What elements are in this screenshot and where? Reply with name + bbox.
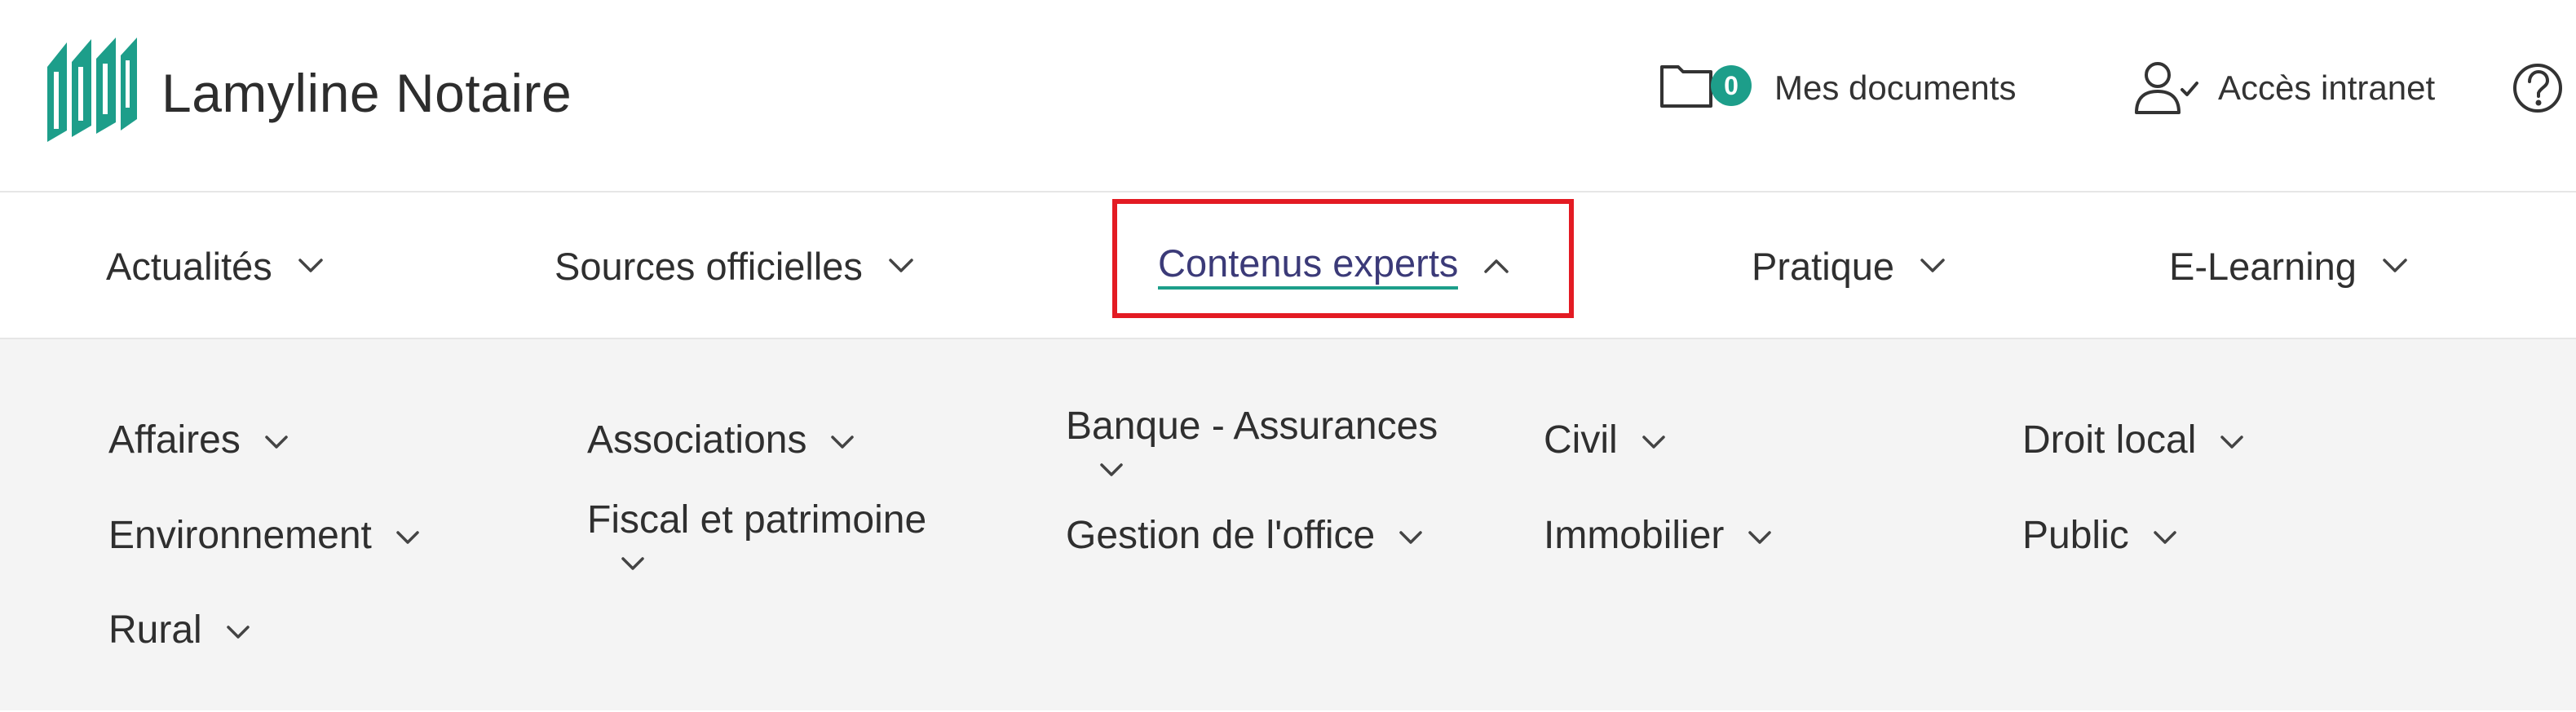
contenus-experts-mega-menu: Affaires Associations Banque - Assurance…: [0, 339, 2576, 710]
chevron-down-icon: [1747, 529, 1773, 546]
category-label: Droit local: [2022, 418, 2197, 462]
brand[interactable]: Lamyline Notaire: [39, 36, 572, 150]
category-immobilier[interactable]: Immobilier: [1544, 512, 1773, 559]
top-header: Lamyline Notaire 0 Mes documents Accès i…: [0, 0, 2576, 192]
category-label: Affaires: [108, 418, 241, 462]
documents-indicator: 0: [1659, 57, 1755, 119]
chevron-down-icon: [2152, 529, 2178, 546]
main-navigation: Actualités Sources officielles Contenus …: [0, 192, 2576, 339]
nav-item-label: E-Learning: [2169, 244, 2357, 288]
category-label: Environnement: [108, 514, 372, 557]
category-label: Civil: [1544, 418, 1618, 462]
chevron-down-icon: [1398, 529, 1424, 546]
nav-item-label: Contenus experts: [1158, 242, 1459, 290]
chevron-down-icon: [2381, 257, 2409, 275]
my-documents-link[interactable]: 0 Mes documents: [1659, 57, 2016, 119]
chevron-down-icon: [297, 257, 325, 275]
nav-item-label: Actualités: [106, 244, 272, 288]
category-affaires[interactable]: Affaires: [108, 417, 289, 464]
lamyline-logo-icon: [39, 34, 142, 153]
chevron-down-icon: [829, 434, 855, 450]
brand-name: Lamyline Notaire: [161, 63, 572, 123]
help-button[interactable]: [2512, 57, 2564, 119]
nav-item-label: Pratique: [1752, 244, 1895, 288]
chevron-down-icon: [263, 434, 289, 450]
category-associations[interactable]: Associations: [587, 417, 855, 464]
chevron-down-icon: [395, 529, 421, 546]
chevron-down-icon: [1919, 257, 1946, 275]
chevron-down-icon: [1098, 462, 1438, 478]
chevron-down-icon: [225, 624, 251, 640]
category-fiscal-et-patrimoine[interactable]: Fiscal et patrimoine: [587, 497, 926, 572]
category-label: Associations: [587, 418, 807, 462]
category-droit-local[interactable]: Droit local: [2022, 417, 2245, 464]
category-label: Rural: [108, 608, 202, 652]
chevron-up-icon: [1482, 257, 1510, 275]
help-icon: [2512, 62, 2564, 114]
category-label: Gestion de l'office: [1066, 514, 1376, 557]
nav-item-sources-officielles[interactable]: Sources officielles: [555, 192, 915, 339]
folder-icon: [1660, 65, 1712, 108]
category-public[interactable]: Public: [2022, 512, 2178, 559]
category-gestion-de-l-office[interactable]: Gestion de l'office: [1066, 512, 1424, 559]
category-rural[interactable]: Rural: [108, 607, 251, 654]
category-label: Fiscal et patrimoine: [587, 498, 927, 542]
category-label: Public: [2022, 514, 2129, 557]
category-label: Banque - Assurances: [1066, 405, 1438, 448]
chevron-down-icon: [1641, 434, 1667, 450]
category-environnement[interactable]: Environnement: [108, 512, 421, 559]
chevron-down-icon: [887, 257, 915, 275]
intranet-access-label: Accès intranet: [2218, 69, 2436, 107]
intranet-access-link[interactable]: Accès intranet: [2133, 57, 2435, 119]
user-check-icon: [2133, 60, 2198, 116]
my-documents-label: Mes documents: [1774, 69, 2017, 107]
category-label: Immobilier: [1544, 514, 1725, 557]
category-civil[interactable]: Civil: [1544, 417, 1667, 464]
chevron-down-icon: [620, 555, 926, 572]
category-banque-assurances[interactable]: Banque - Assurances: [1066, 403, 1438, 478]
chevron-down-icon: [2219, 434, 2245, 450]
nav-item-actualites[interactable]: Actualités: [106, 192, 325, 339]
nav-item-pratique[interactable]: Pratique: [1752, 192, 1946, 339]
nav-item-e-learning[interactable]: E-Learning: [2169, 192, 2409, 339]
nav-item-label: Sources officielles: [555, 244, 863, 288]
documents-count-badge: 0: [1711, 65, 1752, 106]
nav-item-contenus-experts[interactable]: Contenus experts: [1158, 192, 1510, 339]
